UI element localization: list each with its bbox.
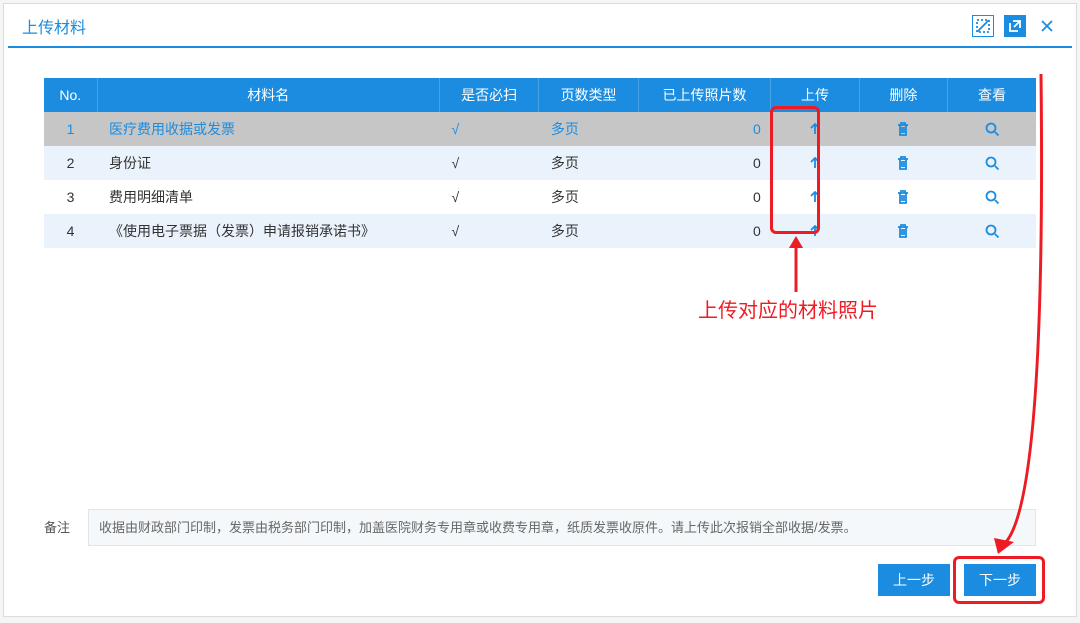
upload-icon[interactable]	[803, 118, 827, 140]
remark-text: 收据由财政部门印制，发票由税务部门印制，加盖医院财务专用章或收费专用章，纸质发票…	[88, 509, 1036, 547]
col-no: No.	[44, 78, 97, 112]
cell-uploaded: 0	[638, 146, 771, 180]
cell-no: 4	[44, 214, 97, 248]
trash-icon[interactable]	[891, 220, 915, 242]
cell-uploaded: 0	[638, 180, 771, 214]
dashed-rect-icon[interactable]	[972, 15, 994, 37]
remark-label: 备注	[44, 509, 70, 536]
cell-pagetype: 多页	[539, 214, 638, 248]
trash-icon[interactable]	[891, 152, 915, 174]
magnify-icon[interactable]	[980, 118, 1004, 140]
upload-icon[interactable]	[803, 220, 827, 242]
next-button[interactable]: 下一步	[964, 564, 1036, 596]
cell-uploaded: 0	[638, 214, 771, 248]
cell-uploaded: 0	[638, 112, 771, 146]
cell-required: √	[439, 214, 538, 248]
materials-table: No. 材料名 是否必扫 页数类型 已上传照片数 上传 删除 查看 1 医疗费用…	[44, 78, 1036, 248]
cell-name: 《使用电子票据（发票）申请报销承诺书》	[97, 214, 439, 248]
table-row[interactable]: 4 《使用电子票据（发票）申请报销承诺书》 √ 多页 0	[44, 214, 1036, 248]
external-link-icon[interactable]	[1004, 15, 1026, 37]
magnify-icon[interactable]	[980, 152, 1004, 174]
close-icon[interactable]	[1036, 15, 1058, 37]
cell-name: 医疗费用收据或发票	[97, 112, 439, 146]
cell-no: 3	[44, 180, 97, 214]
table-row[interactable]: 2 身份证 √ 多页 0	[44, 146, 1036, 180]
magnify-icon[interactable]	[980, 186, 1004, 208]
table-header-row: No. 材料名 是否必扫 页数类型 已上传照片数 上传 删除 查看	[44, 78, 1036, 112]
cell-name: 身份证	[97, 146, 439, 180]
cell-pagetype: 多页	[539, 180, 638, 214]
cell-required: √	[439, 180, 538, 214]
cell-required: √	[439, 112, 538, 146]
cell-name: 费用明细清单	[97, 180, 439, 214]
page-title: 上传材料	[22, 14, 86, 38]
col-name: 材料名	[97, 78, 439, 112]
col-view: 查看	[948, 78, 1036, 112]
annotation-text: 上传对应的材料照片	[698, 294, 878, 323]
col-uploaded: 已上传照片数	[638, 78, 771, 112]
upload-icon[interactable]	[803, 186, 827, 208]
prev-button[interactable]: 上一步	[878, 564, 950, 596]
trash-icon[interactable]	[891, 118, 915, 140]
cell-required: √	[439, 146, 538, 180]
trash-icon[interactable]	[891, 186, 915, 208]
magnify-icon[interactable]	[980, 220, 1004, 242]
cell-pagetype: 多页	[539, 112, 638, 146]
col-delete: 删除	[859, 78, 947, 112]
col-required: 是否必扫	[439, 78, 538, 112]
col-upload: 上传	[771, 78, 859, 112]
upload-icon[interactable]	[803, 152, 827, 174]
remark-section: 备注 收据由财政部门印制，发票由税务部门印制，加盖医院财务专用章或收费专用章，纸…	[4, 509, 1076, 547]
header-icons	[972, 15, 1058, 37]
col-pagetype: 页数类型	[539, 78, 638, 112]
table-row[interactable]: 3 费用明细清单 √ 多页 0	[44, 180, 1036, 214]
table-row[interactable]: 1 医疗费用收据或发票 √ 多页 0	[44, 112, 1036, 146]
cell-no: 1	[44, 112, 97, 146]
cell-no: 2	[44, 146, 97, 180]
cell-pagetype: 多页	[539, 146, 638, 180]
